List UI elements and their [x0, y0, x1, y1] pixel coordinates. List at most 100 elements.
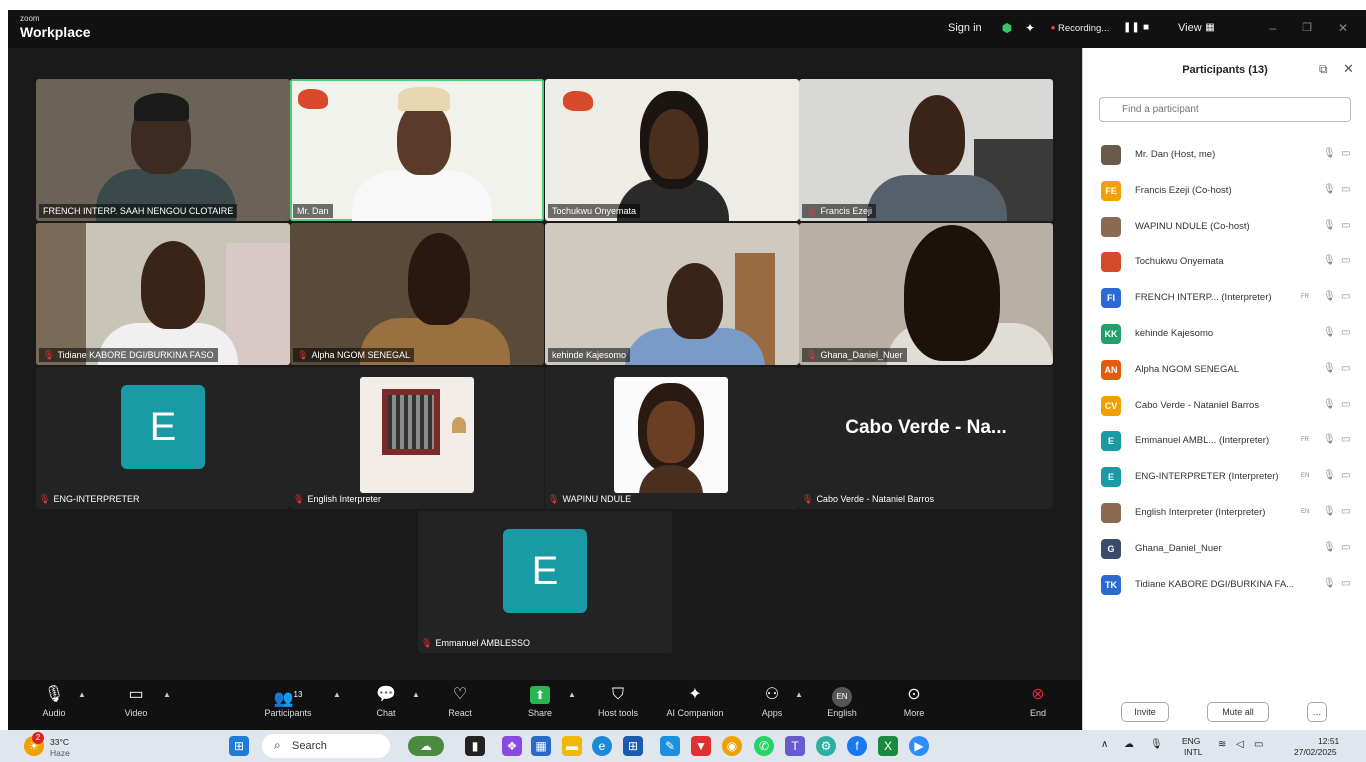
host-tools-button[interactable]: ⛉ Host tools	[586, 684, 650, 718]
audio-tile[interactable]: 🎙 English Interpreter	[290, 367, 544, 509]
participant-row[interactable]: TK Tidiane KABORE DGI/BURKINA FA... 🎙 ▭	[1101, 572, 1359, 598]
video-tile[interactable]: kehinde Kajesomo	[545, 223, 799, 365]
mic-status-icon[interactable]: 🎙	[1323, 327, 1336, 338]
video-tile-active-speaker[interactable]: Mr. Dan	[290, 79, 544, 221]
mic-status-icon[interactable]: 🎙	[1323, 255, 1336, 266]
teams-icon[interactable]: T	[785, 736, 805, 756]
end-button[interactable]: ⊗ End	[1006, 684, 1070, 718]
participant-row[interactable]: FI FRENCH INTERP... (Interpreter) FR 🎙 ▭	[1101, 285, 1359, 311]
close-panel-icon[interactable]: ✕	[1343, 61, 1354, 77]
chat-options-chevron-icon[interactable]: ▲	[412, 690, 420, 699]
mic-status-icon[interactable]: 🎙	[1323, 291, 1336, 302]
edge-icon[interactable]: e	[592, 736, 612, 756]
taskbar-search[interactable]: ⌕ Search	[262, 734, 390, 758]
camera-status-icon[interactable]: ▭	[1341, 220, 1350, 231]
copilot-icon[interactable]: ❖	[502, 736, 522, 756]
camera-status-icon[interactable]: ▭	[1341, 184, 1350, 195]
video-tile[interactable]: 🎙 Francis Ezeji	[799, 79, 1053, 221]
stop-recording-icon[interactable]: ■	[1139, 21, 1153, 35]
participant-row[interactable]: English Interpreter (Interpreter) EN 🎙 ▭	[1101, 500, 1359, 526]
participant-row[interactable]: CV Cabo Verde - Nataniel Barros 🎙 ▭	[1101, 393, 1359, 419]
mic-status-icon[interactable]: 🎙	[1323, 184, 1336, 195]
participant-search-input[interactable]	[1099, 97, 1351, 122]
mic-status-icon[interactable]: 🎙	[1323, 470, 1336, 481]
participant-row[interactable]: E ENG-INTERPRETER (Interpreter) EN 🎙 ▭	[1101, 464, 1359, 490]
widget-icon[interactable]: ☁	[408, 736, 444, 756]
mic-status-icon[interactable]: 🎙	[1323, 399, 1336, 410]
participants-button[interactable]: 👥13 Participants	[256, 684, 320, 718]
share-button[interactable]: ⬆ Share	[508, 684, 572, 718]
store-icon[interactable]: ⊞	[623, 736, 643, 756]
video-options-chevron-icon[interactable]: ▲	[163, 690, 171, 699]
participant-row[interactable]: Tochukwu Onyemata 🎙 ▭	[1101, 249, 1359, 275]
audio-button[interactable]: 🎙 Audio	[22, 684, 86, 718]
camera-status-icon[interactable]: ▭	[1341, 291, 1350, 302]
more-button[interactable]: ⊙ More	[882, 684, 946, 718]
participant-row[interactable]: AN Alpha NGOM SENEGAL 🎙 ▭	[1101, 357, 1359, 383]
pop-out-icon[interactable]: ⧉	[1319, 62, 1328, 77]
file-explorer-icon[interactable]: ▬	[562, 736, 582, 756]
task-view-icon[interactable]: ▮	[465, 736, 485, 756]
video-tile[interactable]: 🎙 Alpha NGOM SENEGAL	[290, 223, 544, 365]
video-tile[interactable]: 🎙 Ghana_Daniel_Nuer	[799, 223, 1053, 365]
calculator-icon[interactable]: ▦	[531, 736, 551, 756]
camera-status-icon[interactable]: ▭	[1341, 434, 1350, 445]
camera-status-icon[interactable]: ▭	[1341, 506, 1350, 517]
minimize-icon[interactable]: –	[1266, 21, 1280, 35]
audio-tile[interactable]: E 🎙 ENG-INTERPRETER	[36, 367, 290, 509]
battery-icon[interactable]: ▭	[1254, 739, 1263, 750]
app2-icon[interactable]: ⚙	[816, 736, 836, 756]
participant-row[interactable]: E Emmanuel AMBL... (Interpreter) FR 🎙 ▭	[1101, 428, 1359, 454]
pause-recording-icon[interactable]: ❚❚	[1123, 21, 1140, 35]
maximize-icon[interactable]: ❐	[1300, 21, 1314, 35]
sparkle-icon[interactable]: ✦	[1023, 21, 1037, 35]
participant-row[interactable]: WAPINU NDULE (Co-host) 🎙 ▭	[1101, 214, 1359, 240]
audio-tile[interactable]: E 🎙 Emmanuel AMBLESSO	[418, 511, 672, 653]
sign-in-link[interactable]: Sign in	[948, 22, 982, 34]
camera-status-icon[interactable]: ▭	[1341, 578, 1350, 589]
camera-status-icon[interactable]: ▭	[1341, 255, 1350, 266]
ai-companion-button[interactable]: ✦ AI Companion	[658, 684, 732, 718]
language-top[interactable]: ENG	[1182, 736, 1200, 746]
participants-options-chevron-icon[interactable]: ▲	[333, 690, 341, 699]
video-tile[interactable]: Tochukwu Onyemata	[545, 79, 799, 221]
cloud-icon[interactable]: ☁	[1124, 739, 1134, 750]
wifi-icon[interactable]: ≋	[1218, 739, 1226, 750]
camera-status-icon[interactable]: ▭	[1341, 399, 1350, 410]
participant-row[interactable]: G Ghana_Daniel_Nuer 🎙 ▭	[1101, 536, 1359, 562]
app-icon[interactable]: ✎	[660, 736, 680, 756]
grid-view-icon[interactable]: ▦	[1203, 21, 1217, 35]
invite-button[interactable]: Invite	[1121, 702, 1169, 722]
participant-row[interactable]: KK kehinde Kajesomo 🎙 ▭	[1101, 321, 1359, 347]
video-tile[interactable]: FRENCH INTERP. SAAH NENGOU CLOTAIRE	[36, 79, 290, 221]
mail-icon[interactable]: ▼	[691, 736, 711, 756]
mic-status-icon[interactable]: 🎙	[1323, 220, 1336, 231]
clock-time[interactable]: 12:51	[1318, 736, 1339, 746]
clock-date[interactable]: 27/02/2025	[1294, 747, 1337, 757]
camera-status-icon[interactable]: ▭	[1341, 363, 1350, 374]
mic-status-icon[interactable]: 🎙	[1323, 578, 1336, 589]
audio-options-chevron-icon[interactable]: ▲	[78, 690, 86, 699]
mute-all-button[interactable]: Mute all	[1207, 702, 1269, 722]
chrome-icon[interactable]: ◉	[722, 736, 742, 756]
whatsapp-icon[interactable]: ✆	[754, 736, 774, 756]
apps-options-chevron-icon[interactable]: ▲	[795, 690, 803, 699]
volume-icon[interactable]: ◁	[1236, 739, 1244, 750]
tray-chevron-icon[interactable]: ∧	[1101, 739, 1108, 750]
mic-status-icon[interactable]: 🎙	[1323, 148, 1336, 159]
shield-icon[interactable]: ⬢	[1000, 21, 1014, 35]
mic-status-icon[interactable]: 🎙	[1323, 434, 1336, 445]
react-button[interactable]: ♡ React	[428, 684, 492, 718]
mic-status-icon[interactable]: 🎙	[1323, 506, 1336, 517]
video-button[interactable]: ▭ Video	[104, 684, 168, 718]
camera-status-icon[interactable]: ▭	[1341, 148, 1350, 159]
audio-tile[interactable]: 🎙 WAPINU NDULE	[545, 367, 799, 509]
language-bottom[interactable]: INTL	[1184, 747, 1202, 757]
microphone-tray-icon[interactable]: 🎙	[1150, 739, 1163, 750]
zoom-taskbar-icon[interactable]: ▶	[909, 736, 929, 756]
start-icon[interactable]: ⊞	[229, 736, 249, 756]
more-options-button[interactable]: …	[1307, 702, 1327, 722]
participant-row[interactable]: FE Francis Ezeji (Co-host) 🎙 ▭	[1101, 178, 1359, 204]
camera-status-icon[interactable]: ▭	[1341, 327, 1350, 338]
mic-status-icon[interactable]: 🎙	[1323, 363, 1336, 374]
